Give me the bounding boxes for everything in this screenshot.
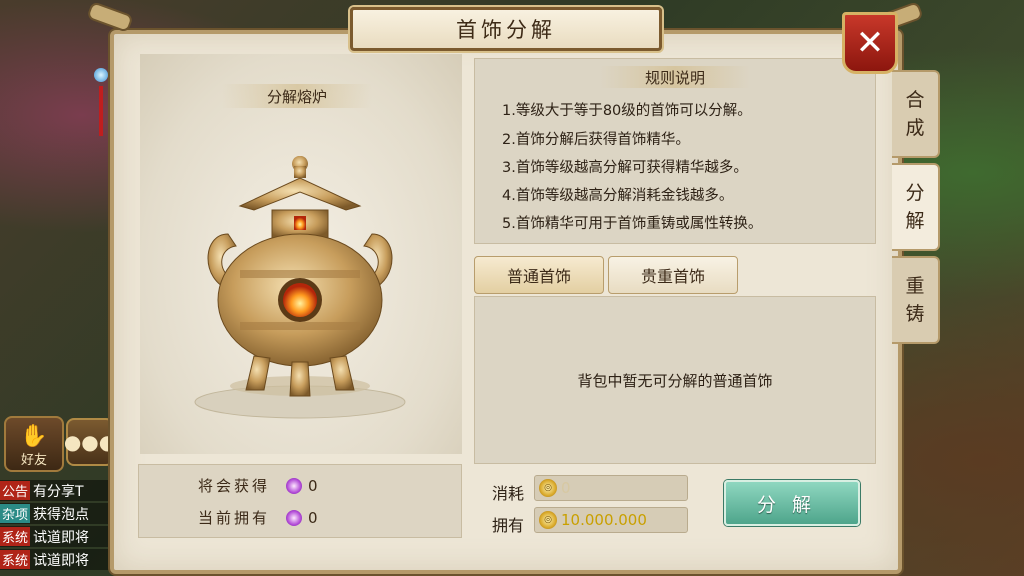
tab-normal-jewelry-label: 普通首饰 <box>506 267 571 286</box>
essence-gem-icon <box>286 477 303 494</box>
amulet-pendant <box>94 40 108 150</box>
chat-line: 系统 试道即将 <box>0 549 120 570</box>
tab-synthesis-char2: 成 <box>905 117 925 139</box>
rules-title: 规则说明 <box>644 68 705 87</box>
chat-text: 试道即将 <box>33 529 90 546</box>
coin-icon: ◎ <box>539 511 557 529</box>
will-get-label: 将会获得 <box>198 477 271 495</box>
tab-normal-jewelry[interactable]: 普通首饰 <box>474 256 604 294</box>
coin-icon: ◎ <box>539 479 557 497</box>
current-own-label: 当前拥有 <box>198 509 271 527</box>
tab-decompose-char1: 分 <box>905 182 925 204</box>
chat-text: 有分享T <box>33 483 84 500</box>
tab-precious-jewelry-label: 贵重首饰 <box>640 267 705 286</box>
close-icon: ✕ <box>855 23 885 63</box>
own-value: 10.000.000 <box>561 511 647 529</box>
chat-text: 获得泡点 <box>33 506 90 523</box>
tab-synthesis-char1: 合 <box>905 89 925 111</box>
rule-item: 3.首饰等级越高分解可获得精华越多。 <box>502 160 748 176</box>
current-own-row: 当前拥有 0 <box>198 507 318 528</box>
chat-tag: 系统 <box>0 527 31 546</box>
tab-decompose-char2: 解 <box>905 210 925 232</box>
furnace-title: 分解熔炉 <box>266 87 327 106</box>
consume-bar: ◎ 0 <box>534 475 688 501</box>
window-title-plate: 首饰分解 <box>350 7 662 51</box>
rule-item: 4.首饰等级越高分解消耗金钱越多。 <box>502 188 734 204</box>
rule-item: 2.首饰分解后获得首饰精华。 <box>502 132 690 148</box>
jewelry-list: 背包中暂无可分解的普通首饰 <box>474 296 876 464</box>
own-label: 拥有 <box>492 516 525 535</box>
rule-item: 1.等级大于等于80级的首饰可以分解。 <box>502 103 752 119</box>
furnace-title-banner: 分解熔炉 <box>222 84 372 108</box>
chat-tag: 系统 <box>0 550 31 569</box>
friend-button[interactable]: ✋ 好友 <box>4 416 64 472</box>
decompose-button[interactable]: 分解 <box>724 480 860 526</box>
close-button[interactable]: ✕ <box>842 12 898 74</box>
rules-title-banner: 规则说明 <box>600 66 750 88</box>
furnace-icon <box>194 156 406 419</box>
will-get-value: 0 <box>308 476 318 495</box>
rule-item: 5.首饰精华可用于首饰重铸或属性转换。 <box>502 216 763 232</box>
chat-tag: 公告 <box>0 481 31 500</box>
tab-synthesis[interactable]: 合 成 <box>892 70 940 158</box>
chat-tag: 杂项 <box>0 504 31 523</box>
chat-line: 杂项 获得泡点 <box>0 503 120 524</box>
window-title: 首饰分解 <box>456 18 556 42</box>
tab-precious-jewelry[interactable]: 贵重首饰 <box>608 256 738 294</box>
tab-recast-char2: 铸 <box>905 303 925 325</box>
consume-value: 0 <box>561 479 571 497</box>
chat-log: 公告 有分享T 杂项 获得泡点 系统 试道即将 系统 试道即将 <box>0 480 120 572</box>
empty-list-message: 背包中暂无可分解的普通首饰 <box>577 371 773 390</box>
handshake-icon: ✋ <box>20 424 48 449</box>
chat-text: 试道即将 <box>33 552 90 569</box>
tab-recast-char1: 重 <box>905 275 925 297</box>
tab-recast[interactable]: 重 铸 <box>892 256 940 344</box>
tab-decompose[interactable]: 分 解 <box>892 163 940 251</box>
chat-line: 系统 试道即将 <box>0 526 120 547</box>
will-get-row: 将会获得 0 <box>198 475 318 496</box>
own-bar: ◎ 10.000.000 <box>534 507 688 533</box>
friend-label: 好友 <box>20 453 47 468</box>
essence-gem-icon <box>286 509 303 526</box>
decompose-button-label: 分解 <box>756 493 827 516</box>
chat-bubble-icon[interactable]: ●●● <box>64 418 116 466</box>
current-own-value: 0 <box>308 508 318 527</box>
consume-label: 消耗 <box>492 484 525 503</box>
chat-line: 公告 有分享T <box>0 480 120 501</box>
